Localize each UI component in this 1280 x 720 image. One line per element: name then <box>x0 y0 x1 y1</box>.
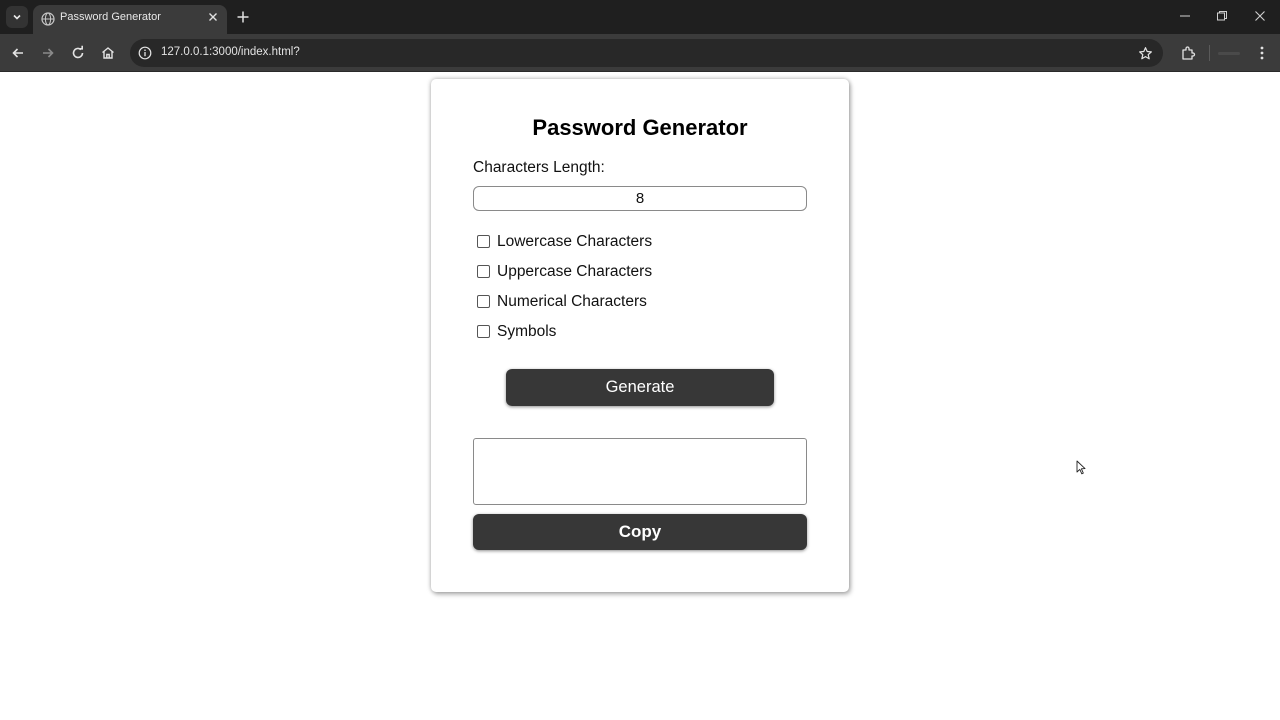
extensions-icon[interactable] <box>1180 45 1196 61</box>
length-label: Characters Length: <box>473 159 605 176</box>
password-output[interactable] <box>473 438 807 505</box>
option-uppercase[interactable]: Uppercase Characters <box>477 261 652 283</box>
active-tab[interactable]: Password Generator <box>33 5 227 34</box>
tab-search-button[interactable] <box>6 6 28 28</box>
symbols-checkbox[interactable] <box>477 324 490 338</box>
chevron-down-icon <box>13 14 21 20</box>
minimize-icon[interactable] <box>1179 10 1191 22</box>
numerical-checkbox[interactable] <box>477 294 490 308</box>
page-title: Password Generator <box>532 115 748 140</box>
restore-icon[interactable] <box>1216 10 1228 22</box>
lowercase-label[interactable]: Lowercase Characters <box>497 233 652 251</box>
menu-icon[interactable] <box>1254 45 1270 61</box>
forward-icon[interactable] <box>40 45 56 61</box>
star-icon[interactable] <box>1138 46 1153 61</box>
lowercase-checkbox[interactable] <box>477 234 490 248</box>
tab-title: Password Generator <box>60 11 161 23</box>
numerical-label[interactable]: Numerical Characters <box>497 293 647 311</box>
length-input[interactable] <box>473 186 807 211</box>
symbols-label[interactable]: Symbols <box>497 323 556 341</box>
site-info-icon[interactable] <box>138 46 152 60</box>
window-close-icon[interactable] <box>1254 10 1266 22</box>
option-symbols[interactable]: Symbols <box>477 321 556 343</box>
tab-strip: Password Generator <box>0 0 1280 34</box>
globe-icon <box>41 12 55 26</box>
copy-button[interactable]: Copy <box>473 514 807 550</box>
profile-indicator[interactable] <box>1218 52 1240 55</box>
browser-toolbar: 127.0.0.1:3000/index.html? <box>0 34 1280 72</box>
mouse-cursor-icon <box>1076 460 1086 475</box>
password-generator-card: Password Generator Characters Length: Lo… <box>431 79 849 592</box>
option-numerical[interactable]: Numerical Characters <box>477 291 647 313</box>
generate-button[interactable]: Generate <box>506 369 774 406</box>
option-lowercase[interactable]: Lowercase Characters <box>477 231 652 253</box>
reload-icon[interactable] <box>70 45 86 61</box>
new-tab-icon[interactable] <box>236 10 250 24</box>
close-icon[interactable] <box>207 11 219 23</box>
home-icon[interactable] <box>100 45 116 61</box>
uppercase-checkbox[interactable] <box>477 264 490 278</box>
back-icon[interactable] <box>10 45 26 61</box>
address-bar[interactable]: 127.0.0.1:3000/index.html? <box>130 39 1163 67</box>
url-text[interactable]: 127.0.0.1:3000/index.html? <box>161 46 300 58</box>
toolbar-separator <box>1209 45 1210 61</box>
uppercase-label[interactable]: Uppercase Characters <box>497 263 652 281</box>
